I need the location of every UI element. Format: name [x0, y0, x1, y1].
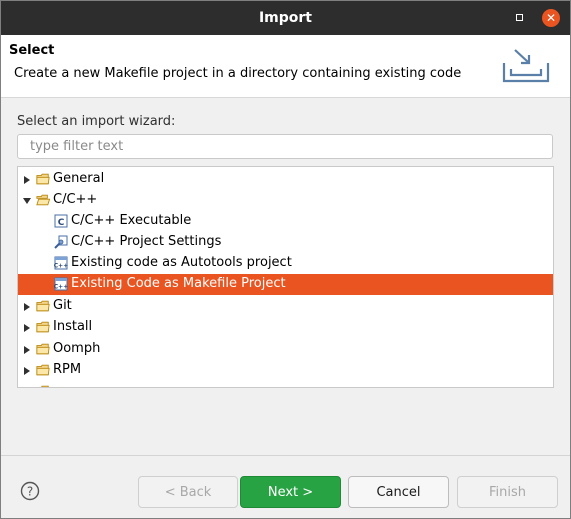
help-icon[interactable]: ? [20, 481, 40, 501]
finish-button[interactable]: Finish [457, 476, 558, 508]
maximize-button[interactable] [513, 11, 525, 23]
tree-item-partial[interactable] [18, 381, 553, 387]
folder-icon [36, 364, 50, 376]
close-button[interactable]: ✕ [542, 9, 560, 27]
tree-item-label: General [53, 171, 105, 186]
tree-item-label: Git [53, 298, 72, 313]
chevron-right-icon[interactable] [21, 317, 33, 338]
tree-item-label: RPM [53, 362, 82, 377]
chevron-right-icon[interactable] [21, 169, 33, 190]
tree-item-c-cpp[interactable]: C/C++ [18, 190, 553, 211]
tree-item-rpm[interactable]: RPM [18, 360, 553, 381]
close-icon: ✕ [545, 11, 557, 25]
tree-item-c-cpp-executable[interactable]: C C/C++ Executable [18, 211, 553, 232]
tree-item-install[interactable]: Install [18, 317, 553, 338]
filter-input[interactable] [17, 134, 553, 159]
tree-item-oomph[interactable]: Oomph [18, 339, 553, 360]
wizard-tree[interactable]: General C/C++ C C/C++ Executable C/C++ P… [17, 166, 554, 388]
wizard-header: Select Create a new Makefile project in … [1, 35, 570, 98]
tree-item-label: Existing Code as Makefile Project [71, 276, 286, 291]
cpp-project-icon: C++ [54, 277, 68, 291]
tree-item-makefile-project[interactable]: C++ Existing Code as Makefile Project [18, 274, 553, 295]
import-wizard-icon [502, 49, 550, 83]
wizard-select-label: Select an import wizard: [17, 114, 176, 129]
chevron-right-icon[interactable] [21, 339, 33, 360]
chevron-right-icon[interactable] [21, 360, 33, 381]
chevron-right-icon[interactable] [21, 296, 33, 317]
tree-item-label: Oomph [53, 341, 101, 356]
folder-open-icon [36, 194, 50, 206]
folder-icon [36, 173, 50, 185]
folder-icon [36, 321, 50, 333]
svg-text:C++: C++ [54, 263, 68, 270]
import-dialog: Import ✕ Select Create a new Makefile pr… [0, 0, 571, 519]
tree-item-label: Existing code as Autotools project [71, 255, 292, 270]
tree-item-label: C/C++ Executable [71, 213, 192, 228]
svg-text:C: C [58, 218, 65, 228]
cancel-button[interactable]: Cancel [348, 476, 449, 508]
button-bar-separator [1, 455, 570, 456]
tree-item-autotools-project[interactable]: C++ Existing code as Autotools project [18, 253, 553, 274]
tree-item-label: C/C++ [53, 192, 98, 207]
project-settings-icon [54, 235, 68, 249]
tree-item-project-settings[interactable]: C/C++ Project Settings [18, 232, 553, 253]
tree-item-git[interactable]: Git [18, 296, 553, 317]
chevron-down-icon[interactable] [21, 190, 33, 211]
cpp-project-icon: C++ [54, 256, 68, 270]
back-button[interactable]: < Back [138, 476, 238, 508]
next-button[interactable]: Next > [240, 476, 341, 508]
title-bar[interactable]: Import ✕ [1, 1, 570, 35]
tree-item-general[interactable]: General [18, 169, 553, 190]
page-description: Create a new Makefile project in a direc… [14, 66, 462, 81]
svg-text:C++: C++ [54, 284, 68, 291]
c-file-icon: C [54, 214, 68, 228]
folder-icon [41, 385, 49, 387]
tree-item-label: Install [53, 319, 93, 334]
page-title: Select [9, 43, 55, 58]
folder-icon [36, 300, 50, 312]
svg-text:?: ? [27, 485, 33, 499]
folder-icon [36, 343, 50, 355]
tree-item-label: C/C++ Project Settings [71, 234, 222, 249]
maximize-icon [515, 13, 523, 21]
window-title: Import [258, 10, 313, 26]
